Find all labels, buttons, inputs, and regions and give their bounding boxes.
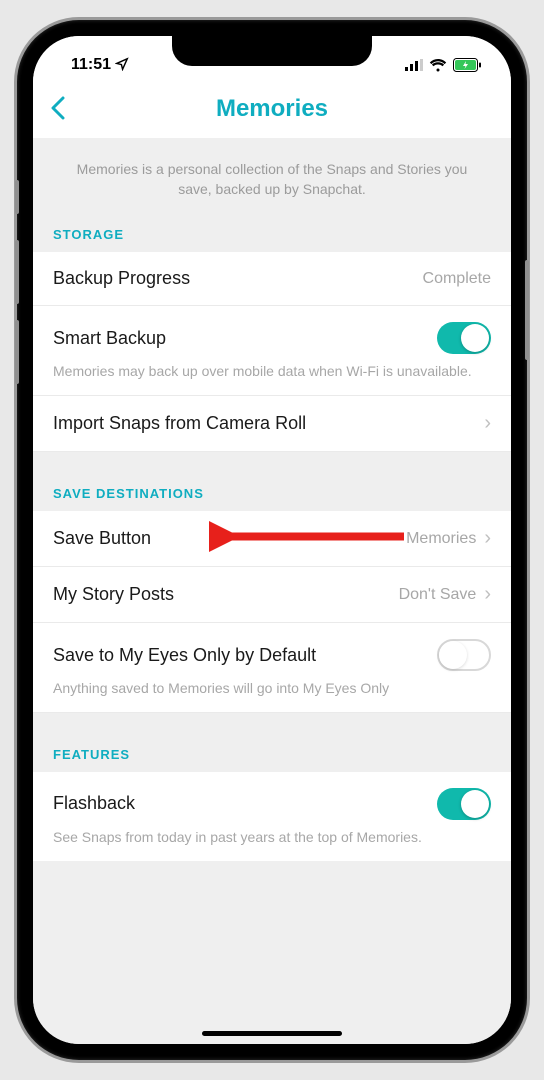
row-import-snaps[interactable]: Import Snaps from Camera Roll ›: [33, 396, 511, 452]
content-area: Memories is a personal collection of the…: [33, 138, 511, 1044]
row-backup-progress[interactable]: Backup Progress Complete: [33, 252, 511, 306]
save-button-value: Memories: [406, 530, 476, 548]
flashback-label: Flashback: [53, 793, 135, 814]
volume-up-button: [15, 240, 19, 304]
smart-backup-toggle[interactable]: [437, 322, 491, 354]
nav-header: Memories: [33, 80, 511, 138]
row-save-button[interactable]: Save Button Memories ›: [33, 511, 511, 567]
chevron-right-icon: ›: [484, 583, 491, 606]
row-flashback: Flashback See Snaps from today in past y…: [33, 772, 511, 861]
screen: 11:51 Memories: [33, 36, 511, 1044]
notch: [172, 36, 372, 66]
my-story-posts-value: Don't Save: [399, 586, 477, 604]
my-story-posts-label: My Story Posts: [53, 584, 174, 605]
row-smart-backup: Smart Backup Memories may back up over m…: [33, 306, 511, 396]
row-save-eyes-only: Save to My Eyes Only by Default Anything…: [33, 623, 511, 713]
back-button[interactable]: [51, 93, 65, 125]
backup-progress-value: Complete: [423, 270, 491, 288]
phone-frame: 11:51 Memories: [17, 20, 527, 1060]
section-header-storage: STORAGE: [33, 213, 511, 252]
home-indicator[interactable]: [202, 1031, 342, 1036]
section-header-save-destinations: SAVE DESTINATIONS: [33, 452, 511, 511]
location-arrow-icon: [115, 57, 129, 74]
cellular-signal-icon: [405, 59, 423, 71]
chevron-right-icon: ›: [484, 527, 491, 550]
save-eyes-only-label: Save to My Eyes Only by Default: [53, 645, 316, 666]
save-eyes-only-helper: Anything saved to Memories will go into …: [53, 679, 491, 698]
import-snaps-label: Import Snaps from Camera Roll: [53, 413, 306, 434]
silent-switch: [15, 180, 19, 214]
page-description: Memories is a personal collection of the…: [33, 138, 511, 213]
smart-backup-label: Smart Backup: [53, 328, 166, 349]
save-button-label: Save Button: [53, 528, 151, 549]
page-title: Memories: [216, 95, 328, 123]
wifi-icon: [429, 59, 447, 72]
smart-backup-helper: Memories may back up over mobile data wh…: [53, 362, 491, 381]
backup-progress-label: Backup Progress: [53, 268, 190, 289]
battery-charging-icon: [453, 58, 481, 72]
chevron-right-icon: ›: [484, 412, 491, 435]
save-eyes-only-toggle[interactable]: [437, 639, 491, 671]
annotation-arrow: [209, 516, 409, 561]
volume-down-button: [15, 320, 19, 384]
power-button: [525, 260, 529, 360]
row-my-story-posts[interactable]: My Story Posts Don't Save ›: [33, 567, 511, 623]
flashback-toggle[interactable]: [437, 788, 491, 820]
flashback-helper: See Snaps from today in past years at th…: [53, 828, 491, 847]
section-header-features: FEATURES: [33, 713, 511, 772]
status-time: 11:51: [71, 56, 111, 74]
